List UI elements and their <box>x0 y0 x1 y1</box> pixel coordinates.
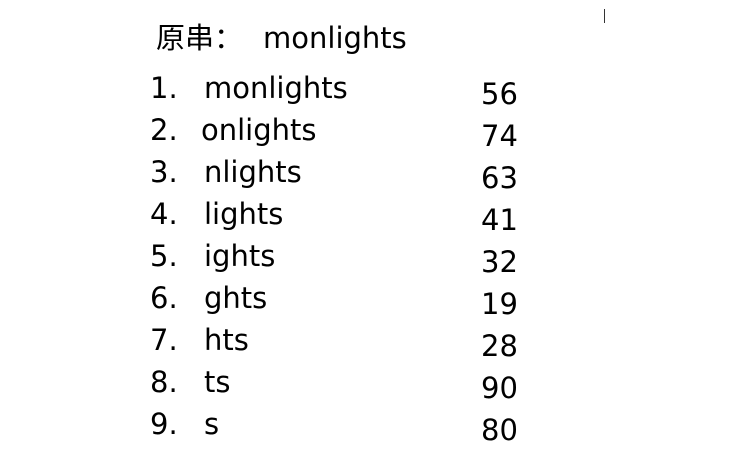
suffix-index: 7. <box>150 323 178 357</box>
suffix-index: 4. <box>150 197 178 231</box>
list-item: 8. ts 90 <box>150 362 550 405</box>
original-string-heading: 原串： monlights <box>156 18 407 58</box>
suffix-text: ts <box>204 365 231 399</box>
suffix-text: ghts <box>204 281 268 315</box>
suffix-text: ights <box>204 239 276 273</box>
suffix-index: 5. <box>150 239 178 273</box>
suffix-index: 3. <box>150 155 178 189</box>
suffix-value: 19 <box>481 287 518 321</box>
suffix-value: 41 <box>481 203 518 237</box>
suffix-value: 32 <box>481 245 518 279</box>
list-item: 7. hts 28 <box>150 320 550 363</box>
list-item: 1. monlights 56 <box>150 68 550 111</box>
original-string-value: monlights <box>263 21 407 55</box>
suffix-text: nlights <box>204 155 302 189</box>
suffix-text: monlights <box>204 71 348 105</box>
suffix-value: 90 <box>481 371 518 405</box>
text-cursor <box>604 9 605 23</box>
suffix-value: 28 <box>481 329 518 363</box>
suffix-list: 1. monlights 56 2. onlights 74 3. nlight… <box>150 68 550 447</box>
suffix-index: 8. <box>150 365 178 399</box>
original-string-label: 原串： <box>156 21 244 55</box>
suffix-text: hts <box>204 323 249 357</box>
suffix-value: 63 <box>481 161 518 195</box>
list-item: 4. lights 41 <box>150 194 550 237</box>
list-item: 3. nlights 63 <box>150 152 550 195</box>
suffix-value: 56 <box>481 77 518 111</box>
suffix-value: 74 <box>481 119 518 153</box>
suffix-index: 9. <box>150 407 178 441</box>
suffix-index: 6. <box>150 281 178 315</box>
suffix-text: onlights <box>201 113 317 147</box>
list-item: 2. onlights 74 <box>150 110 550 153</box>
list-item: 9. s 80 <box>150 404 550 447</box>
suffix-value: 80 <box>481 413 518 447</box>
list-item: 5. ights 32 <box>150 236 550 279</box>
suffix-text: lights <box>204 197 284 231</box>
list-item: 6. ghts 19 <box>150 278 550 321</box>
suffix-text: s <box>204 407 220 441</box>
suffix-index: 2. <box>150 113 178 147</box>
suffix-index: 1. <box>150 71 178 105</box>
